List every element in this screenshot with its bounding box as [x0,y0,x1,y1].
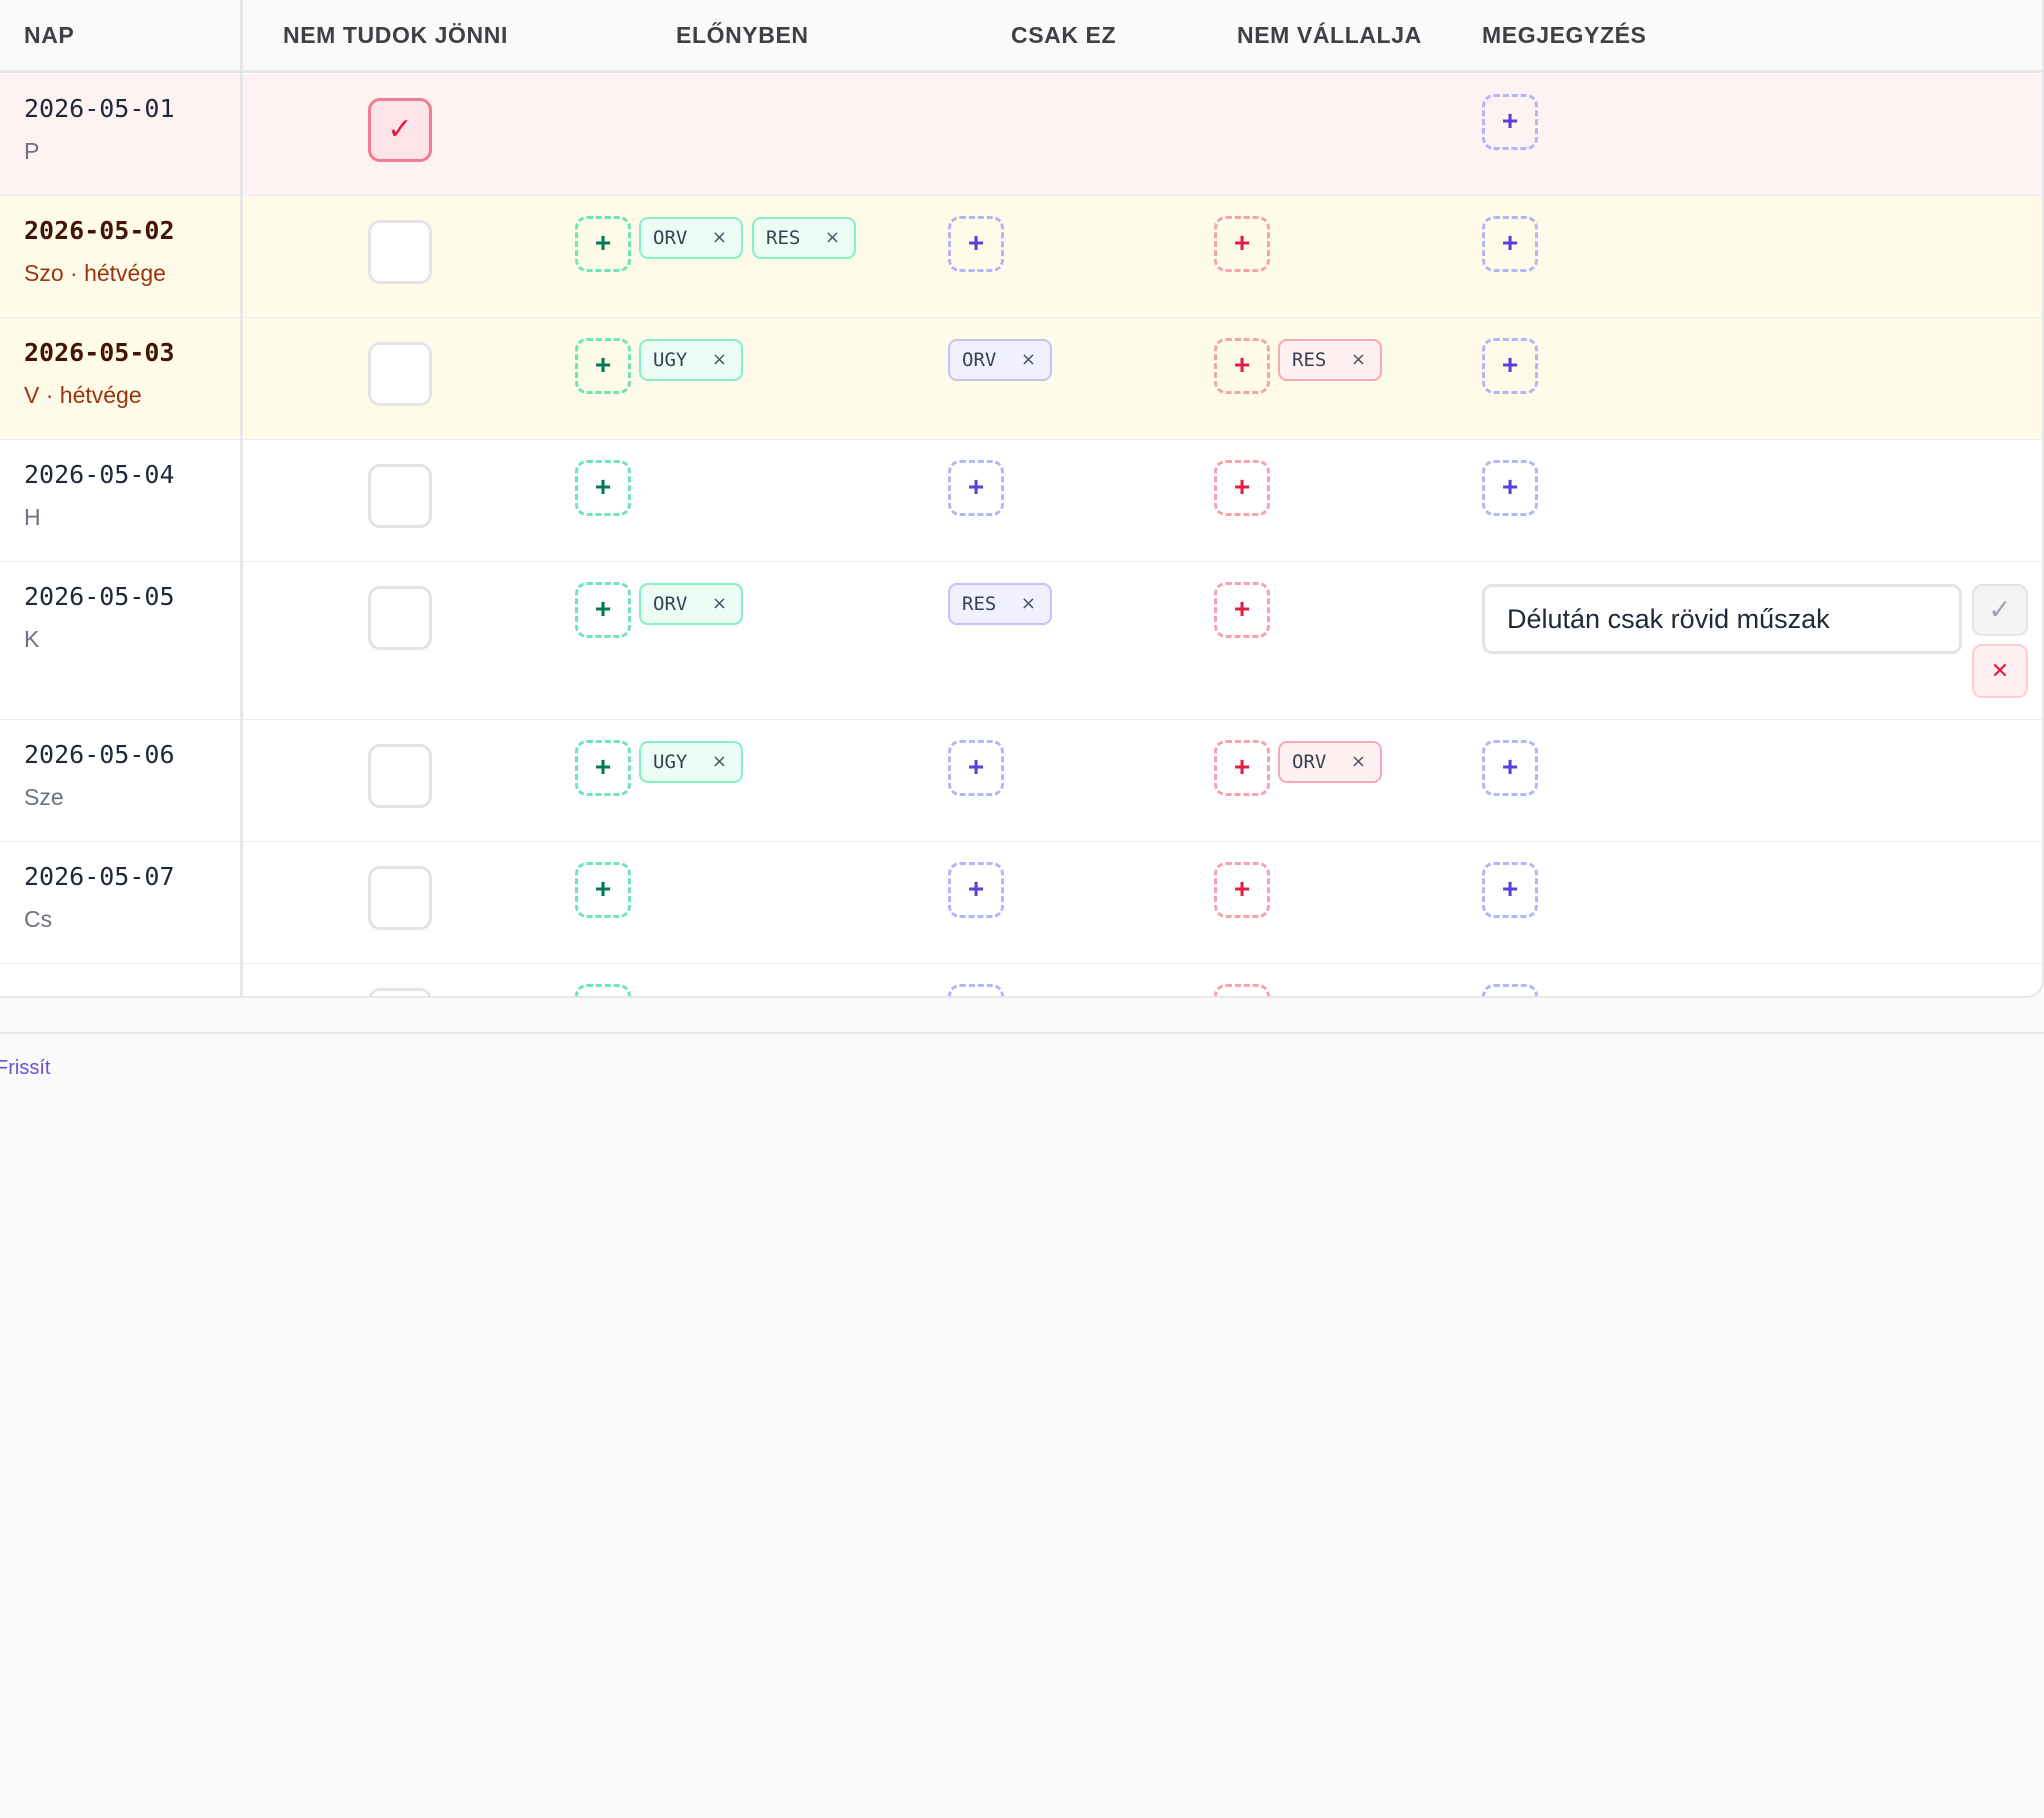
tag-label: ORV [1292,751,1327,773]
remove-tag-icon[interactable]: × [712,585,727,623]
table-row: 2026-05-06 Sze + UGY × + + ORV × + [0,720,2042,842]
column-header-nem-tudok-jonni: NEM TUDOK JÖNNI [283,22,508,48]
table-row: 2026-05-05 K + ORV × RES × + Délután csak rövid … [0,562,2042,720]
add-preferred-button[interactable]: + [575,338,631,394]
tag-label: UGY [653,751,688,773]
table-row: 2026-05-02 Szo · hétvége + ORV × RES × + + + [0,196,2042,318]
add-only-button[interactable]: + [948,740,1004,796]
refresh-link[interactable]: Frissít [0,1057,50,1080]
row-date: 2026-05-01 [24,94,175,123]
remove-tag-icon[interactable]: × [825,219,840,257]
column-header-elonyben: ELŐNYBEN [676,22,809,48]
add-only-button[interactable]: + [948,460,1004,516]
row-date: 2026-05-07 [24,862,175,891]
add-note-button[interactable]: + [1482,94,1538,150]
unavailable-checkbox[interactable] [368,342,432,406]
row-day-name: K [24,626,40,652]
row-date: 2026-05-04 [24,460,175,489]
preferred-tag[interactable]: UGY × [639,741,743,783]
table-row: 2026-05-07 Cs + + + + [0,842,2042,964]
add-preferred-button[interactable]: + [575,582,631,638]
unavailable-checkbox[interactable] [368,988,432,996]
unavailable-checkbox[interactable]: ✓ [368,98,432,162]
row-date: 2026-05-02 [24,216,175,245]
only-tag[interactable]: ORV × [948,339,1052,381]
preferred-tag[interactable]: UGY × [639,339,743,381]
tag-label: ORV [653,593,688,615]
add-only-button[interactable]: + [948,216,1004,272]
add-refuses-button[interactable]: + [1214,338,1270,394]
table-header: NAP NEM TUDOK JÖNNI ELŐNYBEN CSAK EZ NEM… [0,0,2042,73]
unavailable-checkbox[interactable] [368,866,432,930]
column-divider [240,0,243,996]
add-button-partial[interactable] [1214,984,1270,996]
add-refuses-button[interactable]: + [1214,862,1270,918]
add-note-button[interactable]: + [1482,338,1538,394]
row-day-name: P [24,138,40,164]
add-preferred-button[interactable]: + [575,862,631,918]
tag-label: UGY [653,349,688,371]
unavailable-checkbox[interactable] [368,464,432,528]
availability-table: NAP NEM TUDOK JÖNNI ELŐNYBEN CSAK EZ NEM… [0,0,2044,998]
add-refuses-button[interactable]: + [1214,460,1270,516]
refuses-tag[interactable]: ORV × [1278,741,1382,783]
row-date: 2026-05-03 [24,338,175,367]
row-day-name: Cs [24,906,53,932]
table-row: 2026-05-01 P ✓ + [0,74,2042,196]
table-row-partial [0,964,2042,996]
unavailable-checkbox[interactable] [368,220,432,284]
row-date: 2026-05-05 [24,582,175,611]
unavailable-checkbox[interactable] [368,586,432,650]
refuses-tag[interactable]: RES × [1278,339,1382,381]
add-button-partial[interactable] [1482,984,1538,996]
tag-label: RES [1292,349,1327,371]
remove-tag-icon[interactable]: × [1351,341,1366,379]
unavailable-checkbox[interactable] [368,744,432,808]
add-refuses-button[interactable]: + [1214,740,1270,796]
add-preferred-button[interactable]: + [575,740,631,796]
column-header-megjegyzes: MEGJEGYZÉS [1482,22,1647,48]
column-header-csak-ez: CSAK EZ [1011,22,1117,48]
column-header-nap: NAP [24,22,75,48]
tag-label: RES [766,227,801,249]
add-refuses-button[interactable]: + [1214,216,1270,272]
tag-label: RES [962,593,997,615]
save-note-button[interactable]: ✓ [1972,584,2028,636]
add-button-partial[interactable] [575,984,631,996]
check-icon: ✓ [387,113,413,146]
tag-label: ORV [653,227,688,249]
add-note-button[interactable]: + [1482,216,1538,272]
remove-tag-icon[interactable]: × [1021,585,1036,623]
preferred-tag[interactable]: RES × [752,217,856,259]
row-date: 2026-05-06 [24,740,175,769]
cancel-note-button[interactable]: ✕ [1972,644,2028,698]
note-input[interactable]: Délután csak rövid műszak [1482,584,1962,654]
tag-label: ORV [962,349,997,371]
add-note-button[interactable]: + [1482,740,1538,796]
add-refuses-button[interactable]: + [1214,582,1270,638]
only-tag[interactable]: RES × [948,583,1052,625]
preferred-tag[interactable]: ORV × [639,583,743,625]
add-note-button[interactable]: + [1482,460,1538,516]
remove-tag-icon[interactable]: × [712,341,727,379]
add-preferred-button[interactable]: + [575,460,631,516]
add-preferred-button[interactable]: + [575,216,631,272]
row-day-name: H [24,504,41,530]
row-day-name: V · hétvége [24,382,142,408]
add-button-partial[interactable] [948,984,1004,996]
remove-tag-icon[interactable]: × [712,219,727,257]
remove-tag-icon[interactable]: × [1021,341,1036,379]
preferred-tag[interactable]: ORV × [639,217,743,259]
table-row: 2026-05-04 H + + + + [0,440,2042,562]
add-note-button[interactable]: + [1482,862,1538,918]
table-row: 2026-05-03 V · hétvége + UGY × ORV × + RES × + [0,318,2042,440]
add-only-button[interactable]: + [948,862,1004,918]
footer-divider [0,1032,2044,1034]
row-day-name: Sze [24,784,64,810]
remove-tag-icon[interactable]: × [1351,743,1366,781]
row-day-name: Szo · hétvége [24,260,166,286]
column-header-nem-vallalja: NEM VÁLLALJA [1237,22,1422,48]
remove-tag-icon[interactable]: × [712,743,727,781]
